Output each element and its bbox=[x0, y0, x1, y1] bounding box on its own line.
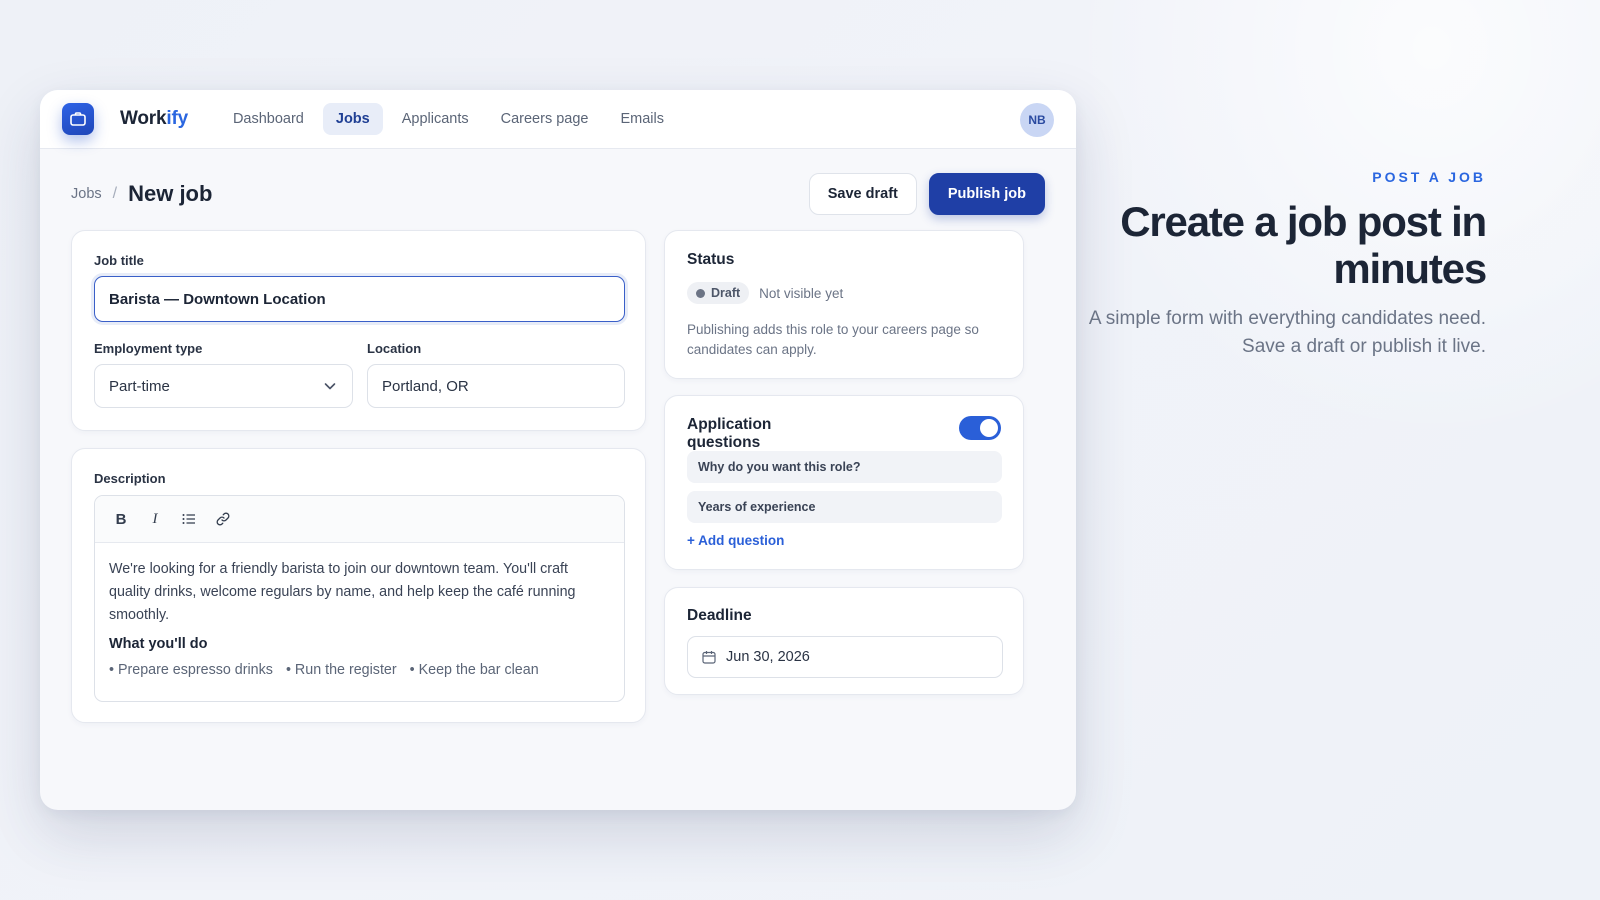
description-editor[interactable]: B I We're looking for a friendly barista… bbox=[94, 495, 625, 702]
save-draft-button[interactable]: Save draft bbox=[808, 173, 917, 215]
breadcrumb-separator: / bbox=[112, 185, 118, 202]
employment-type-value: Part-time bbox=[109, 377, 170, 395]
job-title-label: Job title bbox=[94, 253, 144, 268]
job-title-value: Barista — Downtown Location bbox=[109, 290, 326, 308]
brand-name-main: Work bbox=[120, 108, 167, 129]
status-badge: Draft bbox=[687, 282, 750, 304]
app-window: Workify Dashboard Jobs Applicants Career… bbox=[40, 90, 1076, 810]
status-dot bbox=[696, 288, 705, 298]
chevron-down-icon bbox=[324, 378, 336, 395]
eyebrow-label: POST A JOB bbox=[1372, 169, 1486, 185]
status-badge-label: Draft bbox=[711, 286, 741, 300]
status-title: Status bbox=[687, 251, 735, 268]
deadline-card: Deadline Jun 30, 2026 bbox=[664, 587, 1024, 695]
breadcrumb-jobs-link[interactable]: Jobs bbox=[71, 186, 102, 202]
description-card: Description B I We're looking for a frie… bbox=[71, 448, 646, 723]
italic-button[interactable]: I bbox=[143, 507, 167, 531]
hero-subtitle: A simple form with everything candidates… bbox=[1088, 308, 1486, 357]
location-value: Portland, OR bbox=[382, 377, 469, 395]
deadline-value: Jun 30, 2026 bbox=[726, 649, 810, 665]
editor-toolbar: B I bbox=[95, 496, 624, 543]
hero-title: Create a job post in minutes bbox=[1120, 198, 1487, 292]
duties-heading: What you'll do bbox=[109, 636, 208, 652]
nav-item-jobs[interactable]: Jobs bbox=[322, 103, 383, 135]
status-card: Status Draft Not visible yet Publishing … bbox=[664, 230, 1024, 379]
briefcase-logo-icon[interactable] bbox=[62, 103, 94, 135]
duty-item: • Keep the bar clean bbox=[409, 662, 539, 678]
job-details-card: Job title Barista — Downtown Location Em… bbox=[71, 230, 646, 431]
page-header: Jobs / New job Save draft Publish job bbox=[71, 172, 1045, 216]
deadline-input[interactable]: Jun 30, 2026 bbox=[687, 636, 1003, 678]
user-avatar[interactable]: NB bbox=[1020, 103, 1054, 137]
description-text: We're looking for a friendly barista to … bbox=[109, 561, 576, 623]
brand-name: Workify bbox=[120, 108, 188, 130]
status-note: Publishing adds this role to your career… bbox=[687, 322, 979, 357]
questions-title: Application questions bbox=[687, 416, 772, 450]
status-row: Draft Not visible yet bbox=[687, 282, 843, 304]
question-item[interactable]: Why do you want this role? bbox=[687, 451, 1002, 483]
nav-item-dashboard[interactable]: Dashboard bbox=[220, 103, 317, 135]
nav-item-applicants[interactable]: Applicants bbox=[389, 103, 482, 135]
link-icon[interactable] bbox=[211, 507, 235, 531]
duty-item: • Prepare espresso drinks bbox=[109, 662, 273, 678]
main-nav: Dashboard Jobs Applicants Careers page E… bbox=[220, 103, 677, 135]
nav-item-emails[interactable]: Emails bbox=[607, 103, 677, 135]
add-question-link[interactable]: + Add question bbox=[687, 533, 784, 548]
questions-toggle[interactable] bbox=[959, 416, 1001, 440]
header-actions: Save draft Publish job bbox=[808, 173, 1045, 215]
publish-job-button[interactable]: Publish job bbox=[928, 173, 1045, 215]
editor-content[interactable]: We're looking for a friendly barista to … bbox=[95, 543, 624, 678]
bullet-list-icon[interactable] bbox=[177, 507, 201, 531]
bold-button[interactable]: B bbox=[109, 507, 133, 531]
visibility-text: Not visible yet bbox=[759, 285, 844, 301]
calendar-icon bbox=[702, 650, 716, 664]
description-label: Description bbox=[94, 471, 166, 486]
location-label: Location bbox=[367, 341, 422, 356]
location-input[interactable]: Portland, OR bbox=[367, 364, 625, 408]
duty-item: • Run the register bbox=[285, 662, 397, 678]
employment-type-label: Employment type bbox=[94, 341, 203, 356]
brand-name-accent: ify bbox=[166, 108, 188, 129]
employment-type-select[interactable]: Part-time bbox=[94, 364, 353, 408]
deadline-title: Deadline bbox=[687, 607, 752, 624]
page-title: New job bbox=[128, 181, 213, 206]
application-questions-card: Application questions Why do you want th… bbox=[664, 395, 1024, 570]
question-item[interactable]: Years of experience bbox=[687, 491, 1002, 523]
nav-item-careers-page[interactable]: Careers page bbox=[488, 103, 602, 135]
duties-list: • Prepare espresso drinks • Run the regi… bbox=[109, 662, 610, 678]
toggle-knob bbox=[980, 419, 998, 437]
job-title-input[interactable]: Barista — Downtown Location bbox=[94, 276, 625, 322]
top-navigation: Workify Dashboard Jobs Applicants Career… bbox=[40, 90, 1076, 149]
